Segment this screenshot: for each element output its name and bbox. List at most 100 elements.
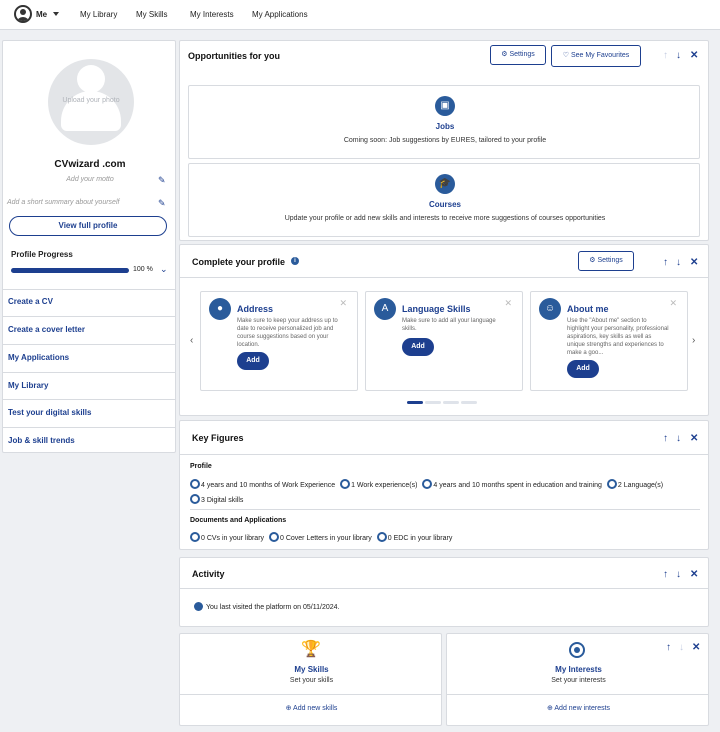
divider [3,399,175,400]
caret-down-icon[interactable] [53,12,59,16]
carousel-dot[interactable] [461,401,477,404]
close-icon[interactable]: ✕ [690,257,698,268]
plus-icon: ⊕ [285,705,292,712]
close-icon[interactable]: ✕ [339,298,347,309]
view-full-profile-button[interactable]: View full profile [9,216,167,236]
documents-row: 0 CVs in your library 0 Cover Letters in… [190,532,452,542]
profile-progress-value: 100 % [133,266,153,273]
courses-suggestion[interactable]: 🎓 Courses Update your profile or add new… [188,163,700,237]
avatar-icon[interactable] [14,5,32,23]
nav-my-interests[interactable]: My Interests [190,10,234,19]
link-job-skill-trends[interactable]: Job & skill trends [8,436,75,445]
briefcase-icon: ▣ [435,96,455,116]
add-about-me-button[interactable]: Add [567,360,599,378]
move-down-icon[interactable]: ↓ [676,569,681,580]
close-icon[interactable]: ✕ [669,298,677,309]
divider [447,694,708,695]
see-favourites-button[interactable]: ♡ See My Favourites [551,45,641,67]
link-my-applications[interactable]: My Applications [8,353,69,362]
profile-name: CVwizard .com [54,159,126,170]
language-icon: A [374,298,396,320]
close-icon[interactable]: ✕ [692,642,700,653]
jobs-title: Jobs [435,122,455,131]
heart-icon: ♡ [562,52,569,59]
figure-cvs: 0 CVs in your library [201,535,265,542]
digital-skills-icon [190,494,200,504]
add-new-interests-link[interactable]: ⊕ Add new interests [447,704,710,712]
move-up-icon[interactable]: ↑ [666,642,671,653]
edit-motto-icon[interactable]: ✎ [158,176,167,185]
move-down-icon[interactable]: ↓ [676,433,681,444]
location-pin-icon: ● [209,298,231,320]
move-up-icon[interactable]: ↑ [663,257,668,268]
close-icon[interactable]: ✕ [690,569,698,580]
link-test-digital-skills[interactable]: Test your digital skills [8,408,91,417]
divider [180,277,708,278]
move-down-icon[interactable]: ↓ [676,50,681,61]
figure-languages: 2 Language(s) [617,482,664,489]
carousel-next-icon[interactable]: › [692,335,695,346]
link-create-cv[interactable]: Create a CV [8,297,53,306]
settings-label: Settings [509,51,535,58]
cover-letter-icon [268,532,279,542]
opportunities-settings-button[interactable]: ⚙ Settings [490,45,546,65]
link-create-cover-letter[interactable]: Create a cover letter [8,325,85,334]
divider [3,289,175,290]
complete-profile-settings-button[interactable]: ⚙ Settings [578,251,634,271]
courses-text: Update your profile or add new skills an… [284,215,606,222]
figure-edc: 0 EDC in your library [387,535,453,542]
carousel-prev-icon[interactable]: ‹ [190,335,193,346]
move-down-icon[interactable]: ↓ [676,257,681,268]
me-menu[interactable]: Me [36,10,47,19]
cv-icon [190,532,200,542]
about-me-card-title: About me [567,304,609,314]
nav-my-library[interactable]: My Library [80,10,117,19]
add-language-button[interactable]: Add [402,338,434,356]
divider [3,372,175,373]
figure-digital-skills: 3 Digital skills [201,497,244,504]
carousel-dot-active[interactable] [407,401,423,404]
documents-label: Documents and Applications [190,517,287,524]
my-skills-subtitle: Set your skills [289,677,334,684]
close-icon[interactable]: ✕ [690,433,698,444]
add-new-skills-link[interactable]: ⊕ Add new skills [180,704,443,712]
activity-title: Activity [192,569,225,579]
move-down-icon[interactable]: ↓ [679,642,684,653]
language-card-desc: Make sure to add all your language skill… [402,318,496,332]
gear-icon: ⚙ [501,51,508,58]
divider [3,344,175,345]
opportunities-card: Opportunities for you ⚙ Settings ♡ See M… [179,40,709,241]
carousel-dot[interactable] [425,401,441,404]
info-icon[interactable]: i [291,257,299,265]
courses-title: Courses [428,200,461,209]
key-figures-title: Key Figures [192,433,244,443]
chevron-down-icon[interactable]: ⌄ [160,264,168,275]
link-my-library[interactable]: My Library [8,381,48,390]
upload-photo[interactable]: Upload your photo [48,59,134,145]
profile-figures-row: 4 years and 10 months of Work Experience… [190,479,663,489]
move-up-icon[interactable]: ↑ [663,569,668,580]
motto-field[interactable]: Add your motto [3,176,177,183]
close-icon[interactable]: ✕ [690,50,698,61]
favourites-label: See My Favourites [570,52,630,59]
profile-progress-bar [11,268,129,273]
move-up-icon[interactable]: ↑ [663,433,668,444]
summary-field[interactable]: Add a short summary about yourself [7,199,119,206]
jobs-suggestion[interactable]: ▣ Jobs Coming soon: Job suggestions by E… [188,85,700,159]
divider [3,316,175,317]
nav-my-skills[interactable]: My Skills [136,10,168,19]
nav-my-applications[interactable]: My Applications [252,10,308,19]
complete-profile-card: Complete your profile i ⚙ Settings ↑ ↓ ✕… [179,244,709,416]
language-card-title: Language Skills [402,304,471,314]
target-icon-center [574,647,580,653]
gear-icon: ⚙ [589,257,596,264]
plus-icon: ⊕ [546,705,553,712]
upload-photo-label: Upload your photo [62,97,120,104]
add-address-button[interactable]: Add [237,352,269,370]
move-up-icon[interactable]: ↑ [663,50,668,61]
divider [3,427,175,428]
carousel-dot[interactable] [443,401,459,404]
close-icon[interactable]: ✕ [504,298,512,309]
address-card-title: Address [237,304,274,314]
edit-summary-icon[interactable]: ✎ [158,199,167,208]
